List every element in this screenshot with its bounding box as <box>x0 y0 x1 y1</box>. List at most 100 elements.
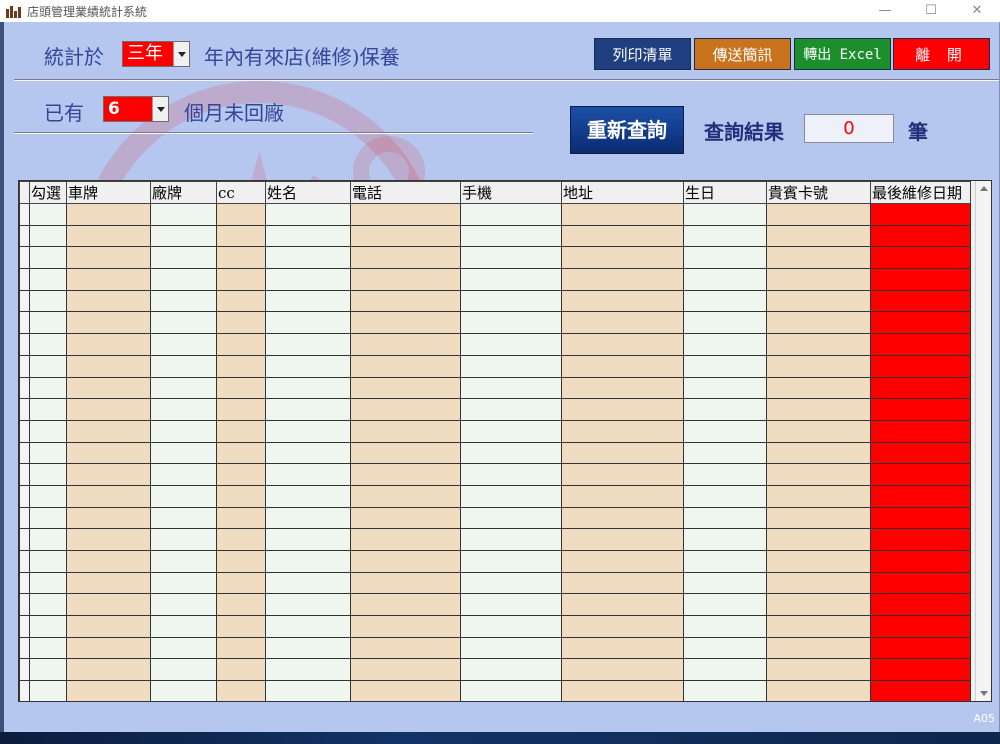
table-cell[interactable] <box>870 615 971 638</box>
table-cell[interactable] <box>150 203 217 226</box>
table-cell[interactable] <box>870 550 971 573</box>
table-cell[interactable] <box>150 484 217 508</box>
table-cell[interactable] <box>216 224 266 248</box>
table-cell[interactable] <box>216 441 266 465</box>
table-cell[interactable] <box>350 550 461 573</box>
table-row[interactable] <box>19 354 971 378</box>
table-row[interactable] <box>19 333 971 356</box>
table-cell[interactable] <box>561 571 684 595</box>
table-cell[interactable] <box>350 571 461 595</box>
table-cell[interactable] <box>29 528 67 551</box>
table-cell[interactable] <box>29 376 67 400</box>
table-cell[interactable] <box>683 398 767 421</box>
table-cell[interactable] <box>683 419 767 443</box>
table-cell[interactable] <box>683 550 767 573</box>
table-cell[interactable] <box>265 636 351 660</box>
table-cell[interactable] <box>683 246 767 270</box>
table-cell[interactable] <box>683 615 767 638</box>
table-cell[interactable] <box>870 419 971 443</box>
table-cell[interactable] <box>29 398 67 421</box>
table-cell[interactable] <box>265 224 351 248</box>
years-dropdown[interactable]: 三年 <box>122 41 190 67</box>
row-selector[interactable] <box>19 571 30 595</box>
table-row[interactable] <box>19 246 971 270</box>
table-cell[interactable] <box>561 354 684 378</box>
table-cell[interactable] <box>350 484 461 508</box>
table-cell[interactable] <box>460 680 562 701</box>
table-cell[interactable] <box>29 441 67 465</box>
table-cell[interactable] <box>350 203 461 226</box>
table-cell[interactable] <box>216 463 266 486</box>
row-selector[interactable] <box>19 203 30 226</box>
table-cell[interactable] <box>29 354 67 378</box>
table-cell[interactable] <box>870 246 971 270</box>
table-row[interactable] <box>19 398 971 421</box>
row-selector[interactable] <box>19 224 30 248</box>
table-row[interactable] <box>19 484 971 508</box>
table-cell[interactable] <box>870 333 971 356</box>
row-selector[interactable] <box>19 506 30 530</box>
table-cell[interactable] <box>766 506 871 530</box>
table-cell[interactable] <box>265 246 351 270</box>
table-cell[interactable] <box>350 441 461 465</box>
table-cell[interactable] <box>29 571 67 595</box>
table-cell[interactable] <box>216 289 266 313</box>
row-selector[interactable] <box>19 463 30 486</box>
table-cell[interactable] <box>150 528 217 551</box>
table-cell[interactable] <box>29 311 67 335</box>
table-cell[interactable] <box>265 571 351 595</box>
table-cell[interactable] <box>29 615 67 638</box>
table-cell[interactable] <box>460 636 562 660</box>
table-cell[interactable] <box>766 376 871 400</box>
table-cell[interactable] <box>460 658 562 682</box>
table-cell[interactable] <box>683 203 767 226</box>
table-cell[interactable] <box>66 506 151 530</box>
table-cell[interactable] <box>150 658 217 682</box>
table-cell[interactable] <box>460 398 562 421</box>
table-cell[interactable] <box>66 484 151 508</box>
table-cell[interactable] <box>66 571 151 595</box>
table-cell[interactable] <box>150 268 217 291</box>
table-cell[interactable] <box>766 333 871 356</box>
months-dropdown[interactable]: 6 <box>103 96 169 122</box>
table-cell[interactable] <box>150 636 217 660</box>
table-cell[interactable] <box>766 571 871 595</box>
table-cell[interactable] <box>870 484 971 508</box>
table-cell[interactable] <box>350 615 461 638</box>
table-cell[interactable] <box>66 636 151 660</box>
row-selector[interactable] <box>19 311 30 335</box>
table-cell[interactable] <box>561 463 684 486</box>
table-cell[interactable] <box>683 333 767 356</box>
table-cell[interactable] <box>29 658 67 682</box>
table-cell[interactable] <box>561 506 684 530</box>
table-cell[interactable] <box>460 333 562 356</box>
table-cell[interactable] <box>561 224 684 248</box>
table-cell[interactable] <box>561 289 684 313</box>
table-cell[interactable] <box>460 506 562 530</box>
table-cell[interactable] <box>683 224 767 248</box>
table-cell[interactable] <box>29 550 67 573</box>
table-cell[interactable] <box>66 463 151 486</box>
table-cell[interactable] <box>766 268 871 291</box>
table-cell[interactable] <box>460 376 562 400</box>
table-cell[interactable] <box>29 224 67 248</box>
table-cell[interactable] <box>870 203 971 226</box>
table-row[interactable] <box>19 224 971 248</box>
table-cell[interactable] <box>766 311 871 335</box>
table-cell[interactable] <box>460 463 562 486</box>
table-cell[interactable] <box>561 376 684 400</box>
table-cell[interactable] <box>683 311 767 335</box>
table-row[interactable] <box>19 268 971 291</box>
table-cell[interactable] <box>561 658 684 682</box>
table-row[interactable] <box>19 593 971 617</box>
column-header[interactable]: 地址 <box>561 181 684 204</box>
table-cell[interactable] <box>350 311 461 335</box>
table-cell[interactable] <box>766 441 871 465</box>
row-selector-header[interactable] <box>19 181 30 204</box>
table-cell[interactable] <box>66 354 151 378</box>
table-row[interactable] <box>19 680 971 701</box>
table-cell[interactable] <box>350 354 461 378</box>
table-cell[interactable] <box>66 376 151 400</box>
table-cell[interactable] <box>766 419 871 443</box>
table-cell[interactable] <box>150 224 217 248</box>
